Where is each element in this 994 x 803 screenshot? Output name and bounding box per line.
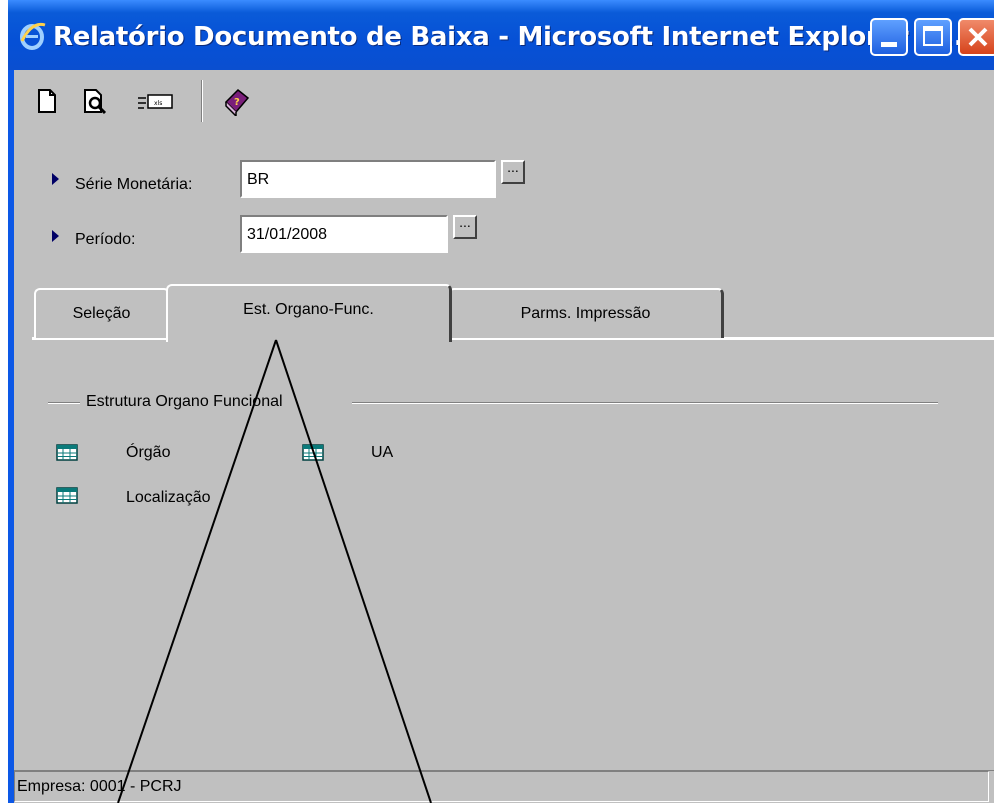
localizacao-item[interactable]: Localização (126, 489, 211, 507)
close-button[interactable] (958, 18, 994, 56)
minimize-button[interactable] (870, 18, 908, 56)
serie-lookup-button[interactable]: ... (501, 160, 525, 184)
group-divider (48, 402, 80, 404)
tab-est-organo-func[interactable]: Est. Organo-Func. (166, 284, 452, 342)
title-bar[interactable]: Relatório Documento de Baixa - Microsoft… (8, 0, 994, 70)
field-bullet-icon (52, 173, 59, 185)
table-icon (56, 487, 78, 504)
table-icon (302, 444, 324, 461)
serie-input[interactable]: BR (240, 160, 496, 198)
field-bullet-icon (52, 230, 59, 242)
toolbar: xls ? (14, 70, 994, 132)
export-icon[interactable]: xls (136, 86, 176, 116)
group-title: Estrutura Organo Funcional (86, 393, 283, 410)
periodo-label: Período: (75, 231, 136, 248)
status-field: Empresa: 0001 - PCRJ (14, 771, 989, 802)
maximize-icon (923, 26, 943, 46)
group-divider (352, 402, 938, 404)
periodo-input[interactable]: 31/01/2008 (240, 215, 448, 253)
internet-explorer-icon (20, 22, 46, 50)
status-text: Empresa: 0001 - PCRJ (17, 778, 182, 795)
periodo-lookup-button[interactable]: ... (453, 215, 477, 239)
help-book-icon[interactable]: ? (220, 86, 252, 116)
window-title: Relatório Documento de Baixa - Microsoft… (53, 22, 973, 52)
serie-label: Série Monetária: (75, 176, 193, 193)
table-icon (56, 444, 78, 461)
minimize-icon (881, 42, 897, 47)
app-window: Relatório Documento de Baixa - Microsoft… (8, 0, 994, 803)
close-icon (968, 27, 988, 47)
maximize-button[interactable] (914, 18, 952, 56)
orgao-item[interactable]: Órgão (126, 444, 170, 462)
ua-item[interactable]: UA (371, 444, 393, 462)
tab-parms-impressao[interactable]: Parms. Impressão (448, 288, 724, 338)
report-form: xls ? Série Monetária: BR ... Período: 3… (14, 70, 994, 803)
status-bar: Empresa: 0001 - PCRJ (14, 770, 994, 803)
toolbar-separator (201, 80, 203, 122)
new-document-icon[interactable] (36, 86, 58, 116)
svg-text:xls: xls (154, 100, 162, 107)
tab-selecao[interactable]: Seleção (34, 288, 170, 338)
svg-text:?: ? (234, 97, 240, 108)
print-preview-icon[interactable] (82, 86, 112, 116)
